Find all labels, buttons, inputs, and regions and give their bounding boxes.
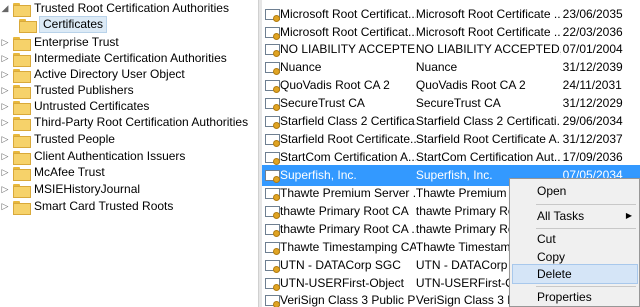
folder-icon [13, 116, 31, 131]
tree-node-intermediate-ca[interactable]: ▷ Intermediate Certification Authorities [0, 50, 228, 67]
tree-node-mcafee-trust[interactable]: ▷ McAfee Trust [0, 164, 106, 181]
certificate-icon [265, 61, 280, 75]
tree-node-trusted-people[interactable]: ▷ Trusted People [0, 131, 116, 148]
folder-icon [13, 52, 31, 67]
tree-node-trusted-publishers[interactable]: ▷ Trusted Publishers [0, 82, 135, 99]
certificate-icon [265, 277, 280, 291]
collapse-arrow-icon[interactable]: ▷ [0, 98, 10, 115]
certificate-icon [265, 187, 280, 201]
issued-to-cell: VeriSign Class 3 Public Pr... [280, 293, 416, 307]
tree-node-msie-history[interactable]: ▷ MSIEHistoryJournal [0, 181, 141, 198]
collapse-arrow-icon[interactable]: ▷ [0, 148, 10, 165]
certificate-icon [265, 133, 280, 147]
folder-icon [13, 166, 31, 181]
collapse-arrow-icon[interactable]: ▷ [0, 164, 10, 181]
collapse-arrow-icon[interactable]: ▷ [0, 34, 10, 51]
folder-icon [13, 133, 31, 148]
tree-node-label: Third-Party Root Certification Authoriti… [34, 115, 249, 129]
tree-node-label: Intermediate Certification Authorities [34, 51, 227, 65]
menu-separator [536, 204, 636, 205]
menu-item-properties[interactable]: Properties [512, 287, 638, 307]
tree-node-label: Trusted People [34, 132, 115, 146]
tree-node-label: Smart Card Trusted Roots [34, 199, 174, 213]
tree-node-label: Trusted Publishers [34, 83, 134, 97]
folder-icon [13, 84, 31, 99]
certificate-icon [265, 115, 280, 129]
tree-node-label: McAfee Trust [34, 165, 105, 179]
folder-icon [13, 2, 31, 17]
folder-icon [13, 68, 31, 83]
tree-node-untrusted[interactable]: ▷ Untrusted Certificates [0, 98, 150, 115]
certificate-icon [265, 259, 280, 273]
folder-icon [19, 18, 37, 33]
console-tree: ◢ Trusted Root Certification Authorities… [0, 0, 258, 307]
menu-item-open[interactable]: Open [512, 181, 638, 201]
context-menu: Open All Tasks ▶ Cut Copy Delete Propert… [509, 178, 640, 307]
collapse-arrow-icon[interactable]: ▷ [0, 181, 10, 198]
tree-node-label: Active Directory User Object [34, 67, 185, 81]
certificate-icon [265, 97, 280, 111]
collapse-arrow-icon[interactable]: ▷ [0, 50, 10, 67]
certificate-icon [265, 79, 280, 93]
collapse-arrow-icon[interactable]: ▷ [0, 131, 10, 148]
tree-node-third-party-root[interactable]: ▷ Third-Party Root Certification Authori… [0, 114, 249, 131]
certificate-icon [265, 294, 280, 307]
menu-item-delete[interactable]: Delete [512, 264, 638, 284]
folder-icon [13, 200, 31, 215]
certificate-icon [265, 223, 280, 237]
tree-node-label: Trusted Root Certification Authorities [34, 1, 229, 15]
tree-node-trusted-root[interactable]: ◢ Trusted Root Certification Authorities [0, 0, 230, 17]
certificate-icon [265, 26, 280, 40]
certificate-icon [265, 241, 280, 255]
collapse-arrow-icon[interactable]: ▷ [0, 114, 10, 131]
folder-icon [13, 100, 31, 115]
collapse-arrow-icon[interactable]: ▷ [0, 82, 10, 99]
menu-item-cut[interactable]: Cut [512, 229, 638, 249]
certificate-icon [265, 43, 280, 57]
certificate-icon [265, 169, 280, 183]
folder-icon [13, 183, 31, 198]
tree-node-label: Client Authentication Issuers [34, 149, 186, 163]
tree-node-active-directory[interactable]: ▷ Active Directory User Object [0, 66, 186, 83]
menu-item-label: All Tasks [537, 209, 585, 223]
collapse-arrow-icon[interactable]: ▷ [0, 66, 10, 83]
tree-node-smart-card[interactable]: ▷ Smart Card Trusted Roots [0, 198, 174, 215]
certificate-icon [265, 151, 280, 165]
folder-icon [13, 36, 31, 51]
folder-icon [13, 150, 31, 165]
menu-item-all-tasks[interactable]: All Tasks ▶ [512, 206, 638, 226]
certificate-icon [265, 205, 280, 219]
expand-arrow-icon[interactable]: ◢ [0, 0, 10, 17]
tree-node-certificates[interactable]: Certificates [10, 16, 108, 33]
certificate-icon [265, 8, 280, 22]
tree-node-label: Untrusted Certificates [34, 99, 150, 113]
tree-node-label: Certificates [39, 16, 108, 33]
submenu-arrow-icon: ▶ [625, 211, 632, 220]
tree-node-client-auth[interactable]: ▷ Client Authentication Issuers [0, 148, 186, 165]
tree-node-enterprise-trust[interactable]: ▷ Enterprise Trust [0, 34, 120, 51]
tree-node-label: MSIEHistoryJournal [34, 182, 141, 196]
collapse-arrow-icon[interactable]: ▷ [0, 198, 10, 215]
tree-node-label: Enterprise Trust [34, 35, 119, 49]
